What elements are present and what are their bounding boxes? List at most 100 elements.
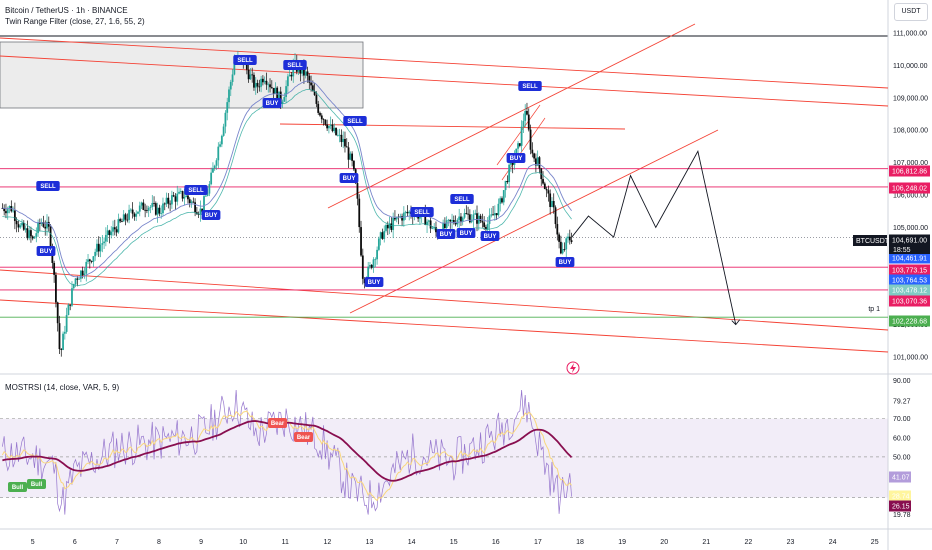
buy-signal-label: BUY [343,176,356,182]
candle-body [212,168,214,173]
price-tag-value: 104,461.91 [892,256,927,263]
candle-body [92,256,95,262]
candle-body [479,215,482,222]
candle-body [167,197,170,204]
candle-body [188,199,191,203]
candle-body [15,220,18,225]
price-axis-label: 106,000.00 [893,193,928,200]
time-axis-label: 6 [73,539,77,546]
sell-signal-label: SELL [454,197,470,203]
candle-body [210,172,213,185]
candle-body [135,213,138,217]
sell-signal-label: SELL [522,84,538,90]
candle-body [33,236,36,239]
candle-body [372,259,375,268]
candle-body [256,82,259,87]
candle-body [24,228,27,230]
candle-body [352,160,355,170]
time-axis-label: 16 [492,539,500,546]
candle-body [19,225,22,228]
currency-button[interactable]: USDT [894,3,928,21]
rsi-cross-label: Bull [12,485,24,491]
price-tag-value: 103,478.12 [892,288,927,295]
candle-body [226,102,229,113]
candle-body [524,110,527,121]
candle-body [121,221,123,223]
candle-body [358,198,361,228]
sell-signal-label: SELL [287,63,303,69]
time-axis-label: 19 [618,539,626,546]
candle-body [326,124,329,129]
candle-body [465,213,468,214]
candle-body [328,125,330,129]
candle-body [361,255,364,279]
candle-body [340,134,343,143]
rsi-axis-label: 50.00 [893,454,911,461]
candle-body [74,278,77,285]
candle-body [149,206,152,208]
rsi-axis-label: 79.27 [893,399,911,406]
candle-body [288,74,291,77]
candle-body [137,211,139,214]
candle-body [28,230,31,239]
candle-body [208,184,211,194]
range-filter-line [2,80,572,278]
time-axis-label: 7 [115,539,119,546]
buy-signal-label: BUY [440,232,453,238]
candle-body [81,270,84,275]
candle-body [146,210,148,211]
candle-body [347,147,350,160]
candle-body [144,209,147,211]
time-axis-label: 9 [199,539,203,546]
candle-body [30,230,32,237]
candle-body [443,223,446,228]
candle-body [106,230,109,235]
candle-body [258,86,261,88]
candle-body [329,124,332,126]
candle-body [85,261,88,274]
candle-body [568,236,571,241]
candle-body [269,84,271,88]
candle-body [49,226,52,248]
candle-body [556,224,559,235]
candle-body [331,124,334,132]
candle-body [567,236,569,239]
candle-body [272,88,275,95]
candle-body [126,219,129,221]
sell-signal-label: SELL [40,184,56,190]
rsi-axis-label: 70.00 [893,416,911,423]
candle-body [67,304,70,316]
candle-body [12,210,14,212]
lightning-bolt-icon [570,363,576,373]
rsi-tag-value: 26.15 [892,504,910,511]
price-chart[interactable]: tp 1 SELL BUY SELL BUY SELL SELL BUY SELL BUY SELL… [0,0,932,550]
candle-body [338,134,341,136]
candle-body [460,216,462,222]
candle-body [249,74,252,80]
time-axis-label: 25 [871,539,879,546]
candle-body [13,210,16,221]
candle-body [385,224,387,231]
chart-root: tp 1 SELL BUY SELL BUY SELL SELL BUY SELL BUY SELL… [0,0,932,550]
candle-body [253,74,255,88]
buy-signal-label: BUY [266,101,279,107]
candle-body [501,198,503,203]
candle-body [56,302,59,324]
candle-body [345,146,348,148]
candle-body [156,207,159,215]
candle-body [490,214,493,216]
rsi-cross-label: Bear [271,421,285,427]
candle-body [429,220,432,229]
candle-body [219,144,221,147]
time-axis-label: 11 [282,539,289,546]
candle-body [342,138,345,143]
candle-body [493,213,496,216]
candle-body [140,202,143,206]
candle-body [335,127,337,135]
sell-signal-label: SELL [188,188,204,194]
candle-body [467,213,469,215]
candle-body [270,87,273,89]
candle-body [565,238,568,250]
candle-body [163,203,166,205]
candle-body [267,84,270,86]
